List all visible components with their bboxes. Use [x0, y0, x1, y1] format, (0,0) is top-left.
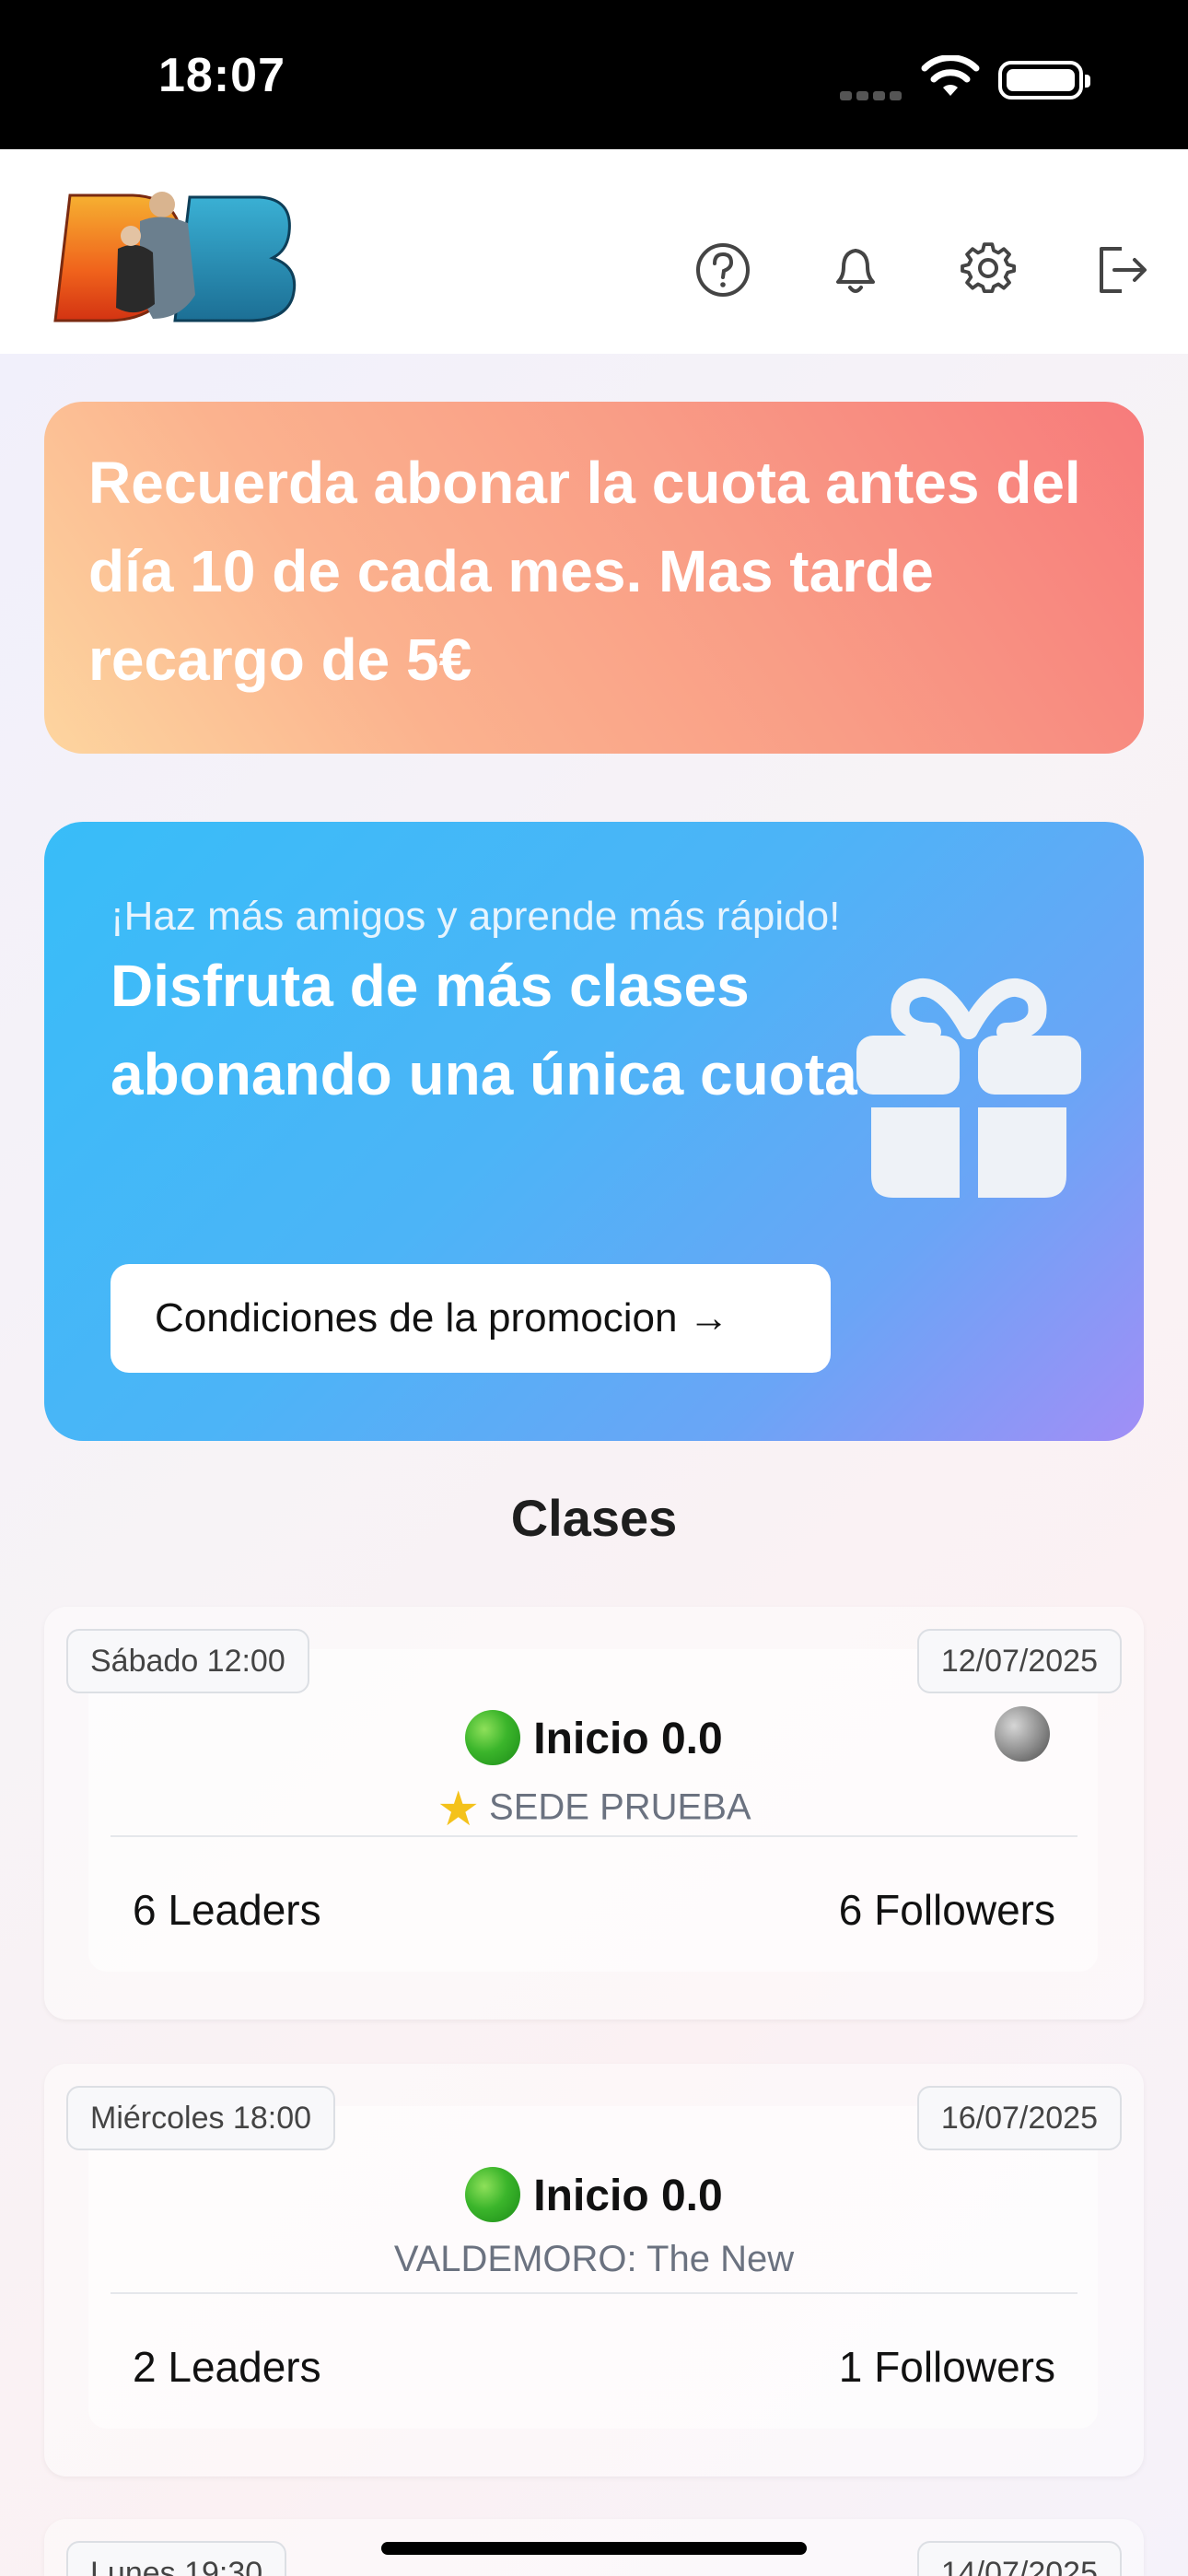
divider	[111, 1835, 1077, 1837]
class-venue-label: VALDEMORO: The New	[393, 2239, 795, 2279]
class-date-badge: 14/07/2025	[916, 2541, 1122, 2576]
class-venue-label: SEDE PRUEBA	[489, 1786, 751, 1828]
app-header	[0, 149, 1188, 354]
level-dot-icon	[465, 2167, 521, 2223]
banner-text: Recuerda abonar la cuota antes del día 1…	[88, 450, 1081, 693]
followers-count: 6 Followers	[838, 1886, 1055, 1934]
promo-card: ¡Haz más amigos y aprende más rápido! Di…	[44, 822, 1144, 1441]
class-name: Inicio 0.0	[44, 2167, 1144, 2226]
class-card[interactable]: Sábado 12:00 12/07/2025 Inicio 0.0 ★ SEDE…	[44, 1607, 1144, 2020]
class-card[interactable]: Miércoles 18:00 16/07/2025 Inicio 0.0 VA…	[44, 2064, 1144, 2476]
class-day-time-badge: Miércoles 18:00	[66, 2086, 336, 2150]
leaders-count: 6 Leaders	[133, 1886, 321, 1934]
followers-count: 1 Followers	[838, 2343, 1055, 2391]
class-date-badge: 16/07/2025	[916, 2086, 1122, 2150]
help-icon[interactable]	[693, 240, 753, 300]
class-day-time-badge: Sábado 12:00	[66, 1629, 309, 1693]
wifi-icon	[921, 55, 980, 96]
classes-section-title: Clases	[510, 1489, 678, 1547]
class-date-badge: 12/07/2025	[916, 1629, 1122, 1693]
class-name: Inicio 0.0	[44, 1710, 1144, 1769]
divider	[111, 2292, 1077, 2294]
class-name-label: Inicio 0.0	[533, 1715, 723, 1763]
class-day-time-badge: Lunes 19:30	[66, 2541, 287, 2576]
logout-icon[interactable]	[1090, 240, 1151, 300]
class-venue: VALDEMORO: The New	[44, 2239, 1144, 2280]
bell-icon[interactable]	[825, 240, 886, 300]
home-indicator[interactable]	[381, 2542, 807, 2555]
promo-conditions-button[interactable]: Condiciones de la promocion →	[111, 1264, 831, 1373]
gear-icon[interactable]	[958, 240, 1019, 300]
class-name-label: Inicio 0.0	[533, 2172, 723, 2220]
leaders-count: 2 Leaders	[133, 2343, 321, 2391]
status-time: 18:07	[158, 49, 285, 102]
battery-icon	[998, 61, 1090, 100]
star-icon: ★	[437, 1783, 481, 1836]
class-venue: ★ SEDE PRUEBA	[44, 1782, 1144, 1837]
promo-headline: Disfruta de más clases abonando una únic…	[111, 953, 857, 1107]
level-dot-icon	[465, 1710, 521, 1766]
cellular-signal-icon	[840, 88, 906, 105]
app-logo[interactable]	[52, 184, 306, 332]
payment-reminder-banner: Recuerda abonar la cuota antes del día 1…	[44, 402, 1144, 754]
gift-icon	[856, 978, 1081, 1198]
promo-kicker: ¡Haz más amigos y aprende más rápido!	[111, 894, 841, 939]
status-bar: 18:07	[0, 0, 1188, 149]
